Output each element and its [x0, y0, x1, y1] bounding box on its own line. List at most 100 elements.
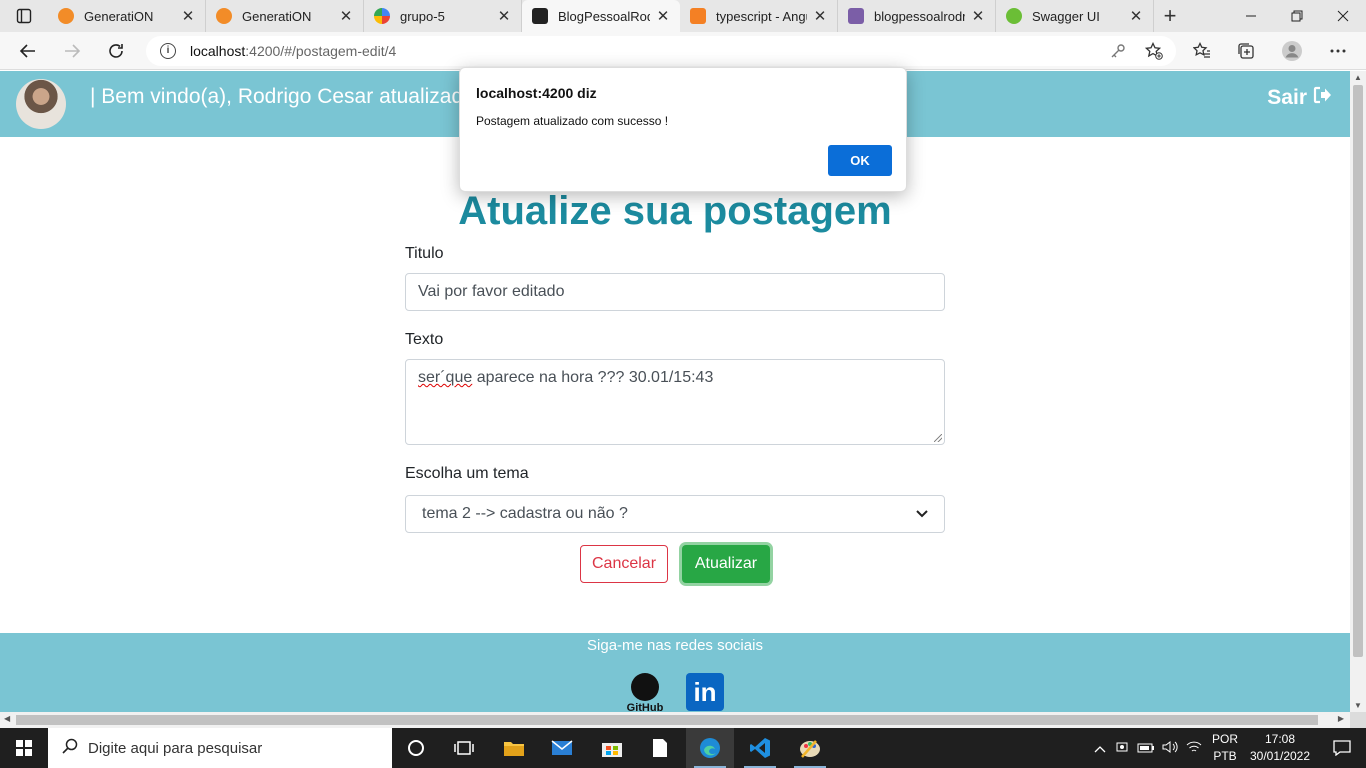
collections-icon[interactable]: [1230, 36, 1262, 66]
close-tab-icon[interactable]: ✕: [339, 7, 353, 25]
tab-title: blogpessoalrodri: [874, 8, 965, 24]
close-tab-icon[interactable]: ✕: [656, 7, 670, 25]
scroll-up-icon[interactable]: ▲: [1350, 73, 1366, 82]
browser-tab-7[interactable]: Swagger UI ✕: [996, 0, 1154, 32]
browser-tab-2[interactable]: GeneratiON ✕: [206, 0, 364, 32]
logout-button[interactable]: Sair: [1267, 85, 1332, 111]
close-tab-icon[interactable]: ✕: [971, 7, 985, 25]
linkedin-icon[interactable]: in: [686, 673, 724, 711]
favorites-icon[interactable]: [1186, 36, 1218, 66]
tab-actions-icon[interactable]: [0, 0, 48, 32]
tab-title: BlogPessoalRodri: [558, 8, 650, 24]
browser-tab-6[interactable]: blogpessoalrodri ✕: [838, 0, 996, 32]
cancel-button[interactable]: Cancelar: [580, 545, 668, 583]
scroll-down-icon[interactable]: ▼: [1350, 701, 1366, 710]
sign-out-icon: [1312, 85, 1332, 111]
titulo-value: Vai por favor editado: [418, 283, 565, 300]
welcome-text: | Bem vindo(a), Rodrigo Cesar atualizad: [90, 85, 464, 108]
edge-icon[interactable]: [686, 728, 734, 768]
dialog-message: Postagem atualizado com sucesso !: [476, 114, 669, 128]
site-info-icon[interactable]: i: [160, 43, 176, 59]
horizontal-scroll-thumb[interactable]: [16, 715, 1318, 725]
texto-textarea[interactable]: ser´que aparece na hora ??? 30.01/15:43: [405, 359, 945, 445]
scroll-right-icon[interactable]: ▶: [1338, 714, 1344, 723]
misspelled-word: ser´que: [418, 369, 473, 386]
dialog-title: localhost:4200 diz: [476, 85, 597, 101]
tab-title: GeneratiON: [84, 8, 154, 24]
user-avatar: [16, 79, 66, 129]
github-label: GitHub: [626, 702, 664, 712]
ok-button[interactable]: OK: [828, 145, 892, 176]
cortana-icon[interactable]: [392, 728, 440, 768]
new-tab-button[interactable]: +: [1154, 3, 1186, 29]
volume-icon[interactable]: [1158, 740, 1182, 757]
tab-title: grupo-5: [400, 8, 445, 24]
more-options-icon[interactable]: [1322, 36, 1354, 66]
notifications-icon[interactable]: [1318, 728, 1366, 768]
taskbar-search[interactable]: Digite aqui para pesquisar: [48, 728, 392, 768]
texto-label: Texto: [405, 331, 444, 348]
address-bar-row: i localhost:4200/#/postagem-edit/4: [0, 32, 1366, 70]
minimize-icon[interactable]: [1228, 0, 1274, 32]
key-icon[interactable]: [1102, 36, 1134, 66]
battery-icon[interactable]: [1134, 741, 1158, 756]
browser-tab-1[interactable]: GeneratiON ✕: [48, 0, 206, 32]
taskbar-clock[interactable]: 17:08 30/01/2022: [1248, 731, 1312, 765]
resize-handle-icon[interactable]: [934, 434, 942, 442]
close-tab-icon[interactable]: ✕: [497, 7, 511, 25]
mail-icon[interactable]: [538, 728, 586, 768]
refresh-icon[interactable]: [100, 36, 132, 66]
tab-title: GeneratiON: [242, 8, 312, 24]
close-window-icon[interactable]: [1320, 0, 1366, 32]
profile-avatar-icon[interactable]: [1276, 36, 1308, 66]
cloud-icon: [58, 8, 74, 24]
github-link[interactable]: GitHub: [624, 673, 666, 712]
cloud-icon: [216, 8, 232, 24]
search-placeholder: Digite aqui para pesquisar: [88, 739, 263, 757]
notepad-icon[interactable]: [636, 728, 684, 768]
tema-select[interactable]: tema 2 --> cadastra ou não ?: [405, 495, 945, 533]
logout-label: Sair: [1267, 86, 1307, 109]
vscode-icon[interactable]: [736, 728, 784, 768]
file-explorer-icon[interactable]: [490, 728, 538, 768]
alert-dialog: localhost:4200 diz Postagem atualizado c…: [459, 67, 907, 192]
page-title: Atualize sua postagem: [458, 189, 892, 233]
url-path: :4200/#/postagem-edit/4: [245, 43, 397, 59]
browser-tab-3[interactable]: grupo-5 ✕: [364, 0, 522, 32]
tab-title: Swagger UI: [1032, 8, 1100, 24]
task-view-icon[interactable]: [440, 728, 488, 768]
add-favorite-icon[interactable]: [1138, 36, 1170, 66]
browser-tab-5[interactable]: typescript - Angu ✕: [680, 0, 838, 32]
start-button[interactable]: [0, 728, 48, 768]
language-indicator[interactable]: POR PTB: [1208, 731, 1242, 765]
chevron-up-icon[interactable]: [1090, 741, 1110, 756]
github-icon: [631, 673, 659, 701]
scroll-left-icon[interactable]: ◀: [4, 714, 10, 723]
store-icon[interactable]: [588, 728, 636, 768]
horizontal-scrollbar[interactable]: ◀ ▶: [0, 712, 1350, 728]
forward-icon: [56, 36, 88, 66]
clock-time: 17:08: [1264, 732, 1296, 746]
restore-icon[interactable]: [1274, 0, 1320, 32]
vertical-scrollbar[interactable]: ▲ ▼: [1350, 71, 1366, 712]
vertical-scroll-thumb[interactable]: [1353, 85, 1363, 657]
close-tab-icon[interactable]: ✕: [813, 7, 827, 25]
page-footer: Siga-me nas redes sociais GitHub in: [0, 633, 1350, 712]
titulo-input[interactable]: Vai por favor editado: [405, 273, 945, 311]
update-button[interactable]: Atualizar: [682, 545, 770, 583]
stackoverflow-icon: [690, 8, 706, 24]
scrollbar-corner: [1350, 712, 1366, 728]
url-host: localhost: [190, 43, 246, 59]
close-tab-icon[interactable]: ✕: [181, 7, 195, 25]
back-icon[interactable]: [12, 36, 44, 66]
tema-selected-value: tema 2 --> cadastra ou não ?: [422, 505, 628, 522]
lang-top: POR: [1211, 732, 1238, 746]
texto-value: aparece na hora ??? 30.01/15:43: [472, 369, 714, 386]
close-tab-icon[interactable]: ✕: [1129, 7, 1143, 25]
edit-post-form: Titulo Vai por favor editado Texto ser´q…: [405, 243, 945, 583]
url-field[interactable]: i localhost:4200/#/postagem-edit/4: [146, 36, 1176, 66]
wifi-icon[interactable]: [1182, 740, 1206, 757]
paint-icon[interactable]: [786, 728, 834, 768]
meet-now-icon[interactable]: [1110, 740, 1134, 757]
browser-tab-active[interactable]: BlogPessoalRodri ✕: [522, 0, 680, 32]
